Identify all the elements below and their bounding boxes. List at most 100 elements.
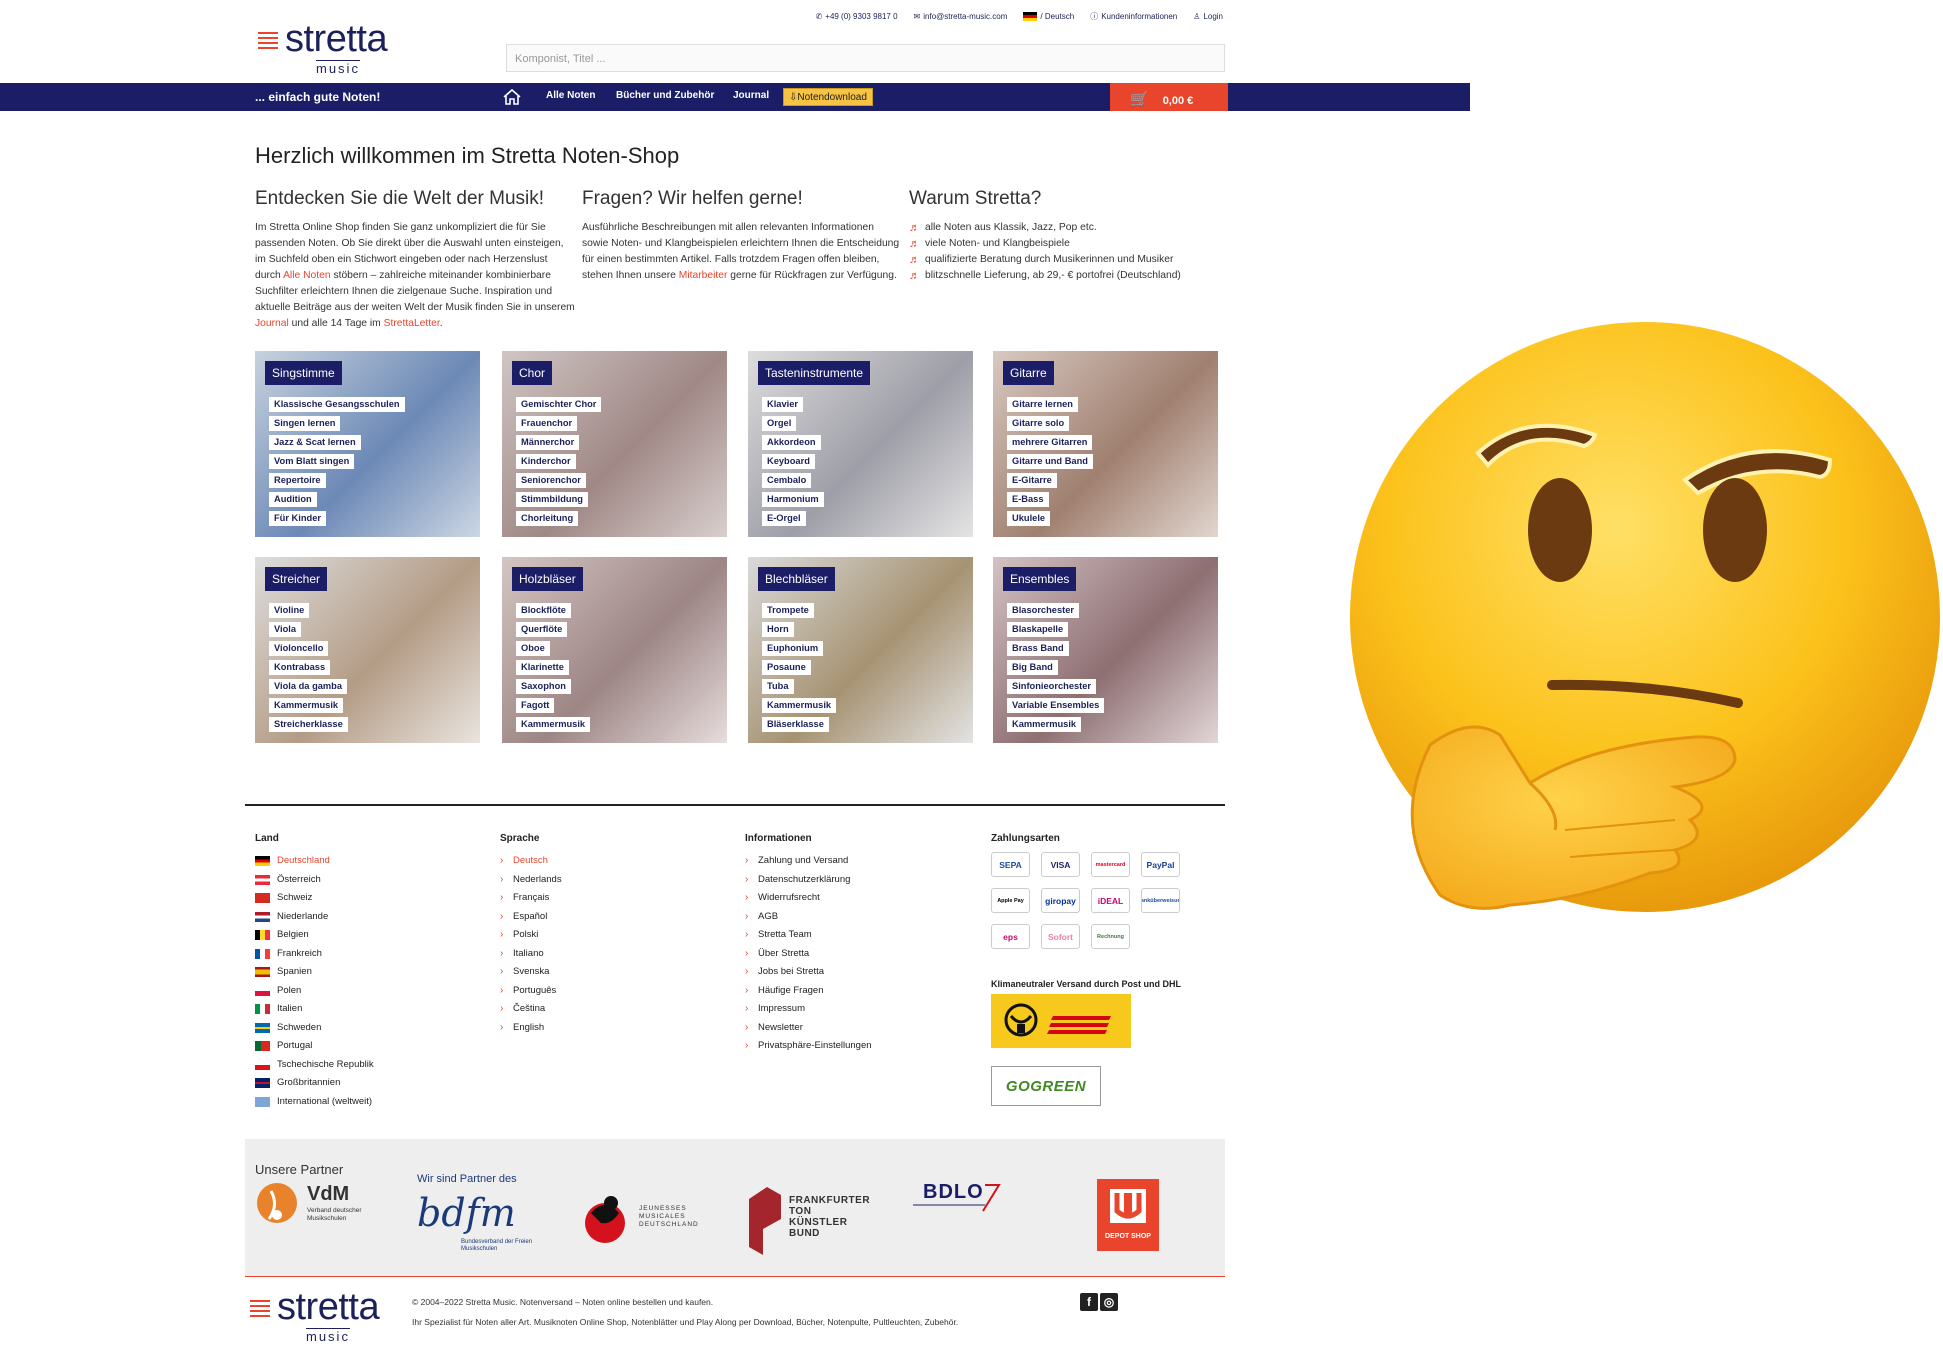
info-link[interactable]: › Newsletter <box>745 1019 872 1038</box>
category-link[interactable]: Blasorchester <box>1007 603 1080 618</box>
customer-info-link[interactable]: ⓘ Kundeninformationen <box>1090 8 1177 24</box>
category-link[interactable]: Blaskapelle <box>1007 622 1069 637</box>
info-link[interactable]: › Impressum <box>745 1000 872 1019</box>
category-link[interactable]: Fagott <box>516 698 555 713</box>
nav-alle-noten[interactable]: Alle Noten <box>546 90 595 101</box>
language-link[interactable]: › Nederlands <box>500 871 562 890</box>
category-link[interactable]: Singen lernen <box>269 416 341 431</box>
category-link[interactable]: Kammermusik <box>269 698 344 713</box>
partner-vdm[interactable]: VdM Verband deutscher Musikschulen <box>255 1181 365 1231</box>
category-title[interactable]: Streicher <box>265 567 328 591</box>
notendownload-button[interactable]: ⇩Notendownload <box>783 88 873 106</box>
country-item[interactable]: Spanien <box>255 963 374 982</box>
instagram-icon[interactable]: ◎ <box>1100 1293 1118 1311</box>
country-item[interactable]: Frankreich <box>255 945 374 964</box>
country-item[interactable]: Niederlande <box>255 908 374 927</box>
info-link[interactable]: › Datenschutzerklärung <box>745 871 872 890</box>
partner-ftk[interactable]: FRANKFURTER TON KÜNSTLER BUND <box>745 1183 870 1259</box>
category-title[interactable]: Gitarre <box>1003 361 1054 385</box>
category-tile[interactable]: Chor Gemischter Chor Frauenchor Männerchor K… <box>502 351 727 537</box>
category-link[interactable]: Trompete <box>762 603 814 618</box>
category-title[interactable]: Singstimme <box>265 361 342 385</box>
category-link[interactable]: E-Gitarre <box>1007 473 1057 488</box>
category-link[interactable]: Violoncello <box>269 641 329 656</box>
category-link[interactable]: Streicherklasse <box>269 717 348 732</box>
facebook-icon[interactable]: f <box>1080 1293 1098 1311</box>
search-input[interactable]: Komponist, Titel ... <box>506 44 1225 72</box>
country-item[interactable]: Tschechische Republik <box>255 1056 374 1075</box>
partner-bdlo[interactable]: BDLO <box>913 1179 1023 1219</box>
category-link[interactable]: Saxophon <box>516 679 571 694</box>
category-link[interactable]: Cembalo <box>762 473 812 488</box>
category-link[interactable]: Harmonium <box>762 492 824 507</box>
category-title[interactable]: Tasteninstrumente <box>758 361 871 385</box>
category-link[interactable]: Big Band <box>1007 660 1058 675</box>
category-link[interactable]: Viola da gamba <box>269 679 348 694</box>
category-link[interactable]: mehrere Gitarren <box>1007 435 1093 450</box>
category-link[interactable]: Gitarre und Band <box>1007 454 1093 469</box>
category-link[interactable]: Tuba <box>762 679 794 694</box>
category-link[interactable]: Gemischter Chor <box>516 397 602 412</box>
category-link[interactable]: Akkordeon <box>762 435 821 450</box>
category-link[interactable]: Kammermusik <box>516 717 591 732</box>
info-link[interactable]: › Zahlung und Versand <box>745 852 872 871</box>
category-link[interactable]: Posaune <box>762 660 811 675</box>
email-link[interactable]: ✉ info@stretta-music.com <box>914 8 1008 24</box>
category-link[interactable]: Horn <box>762 622 794 637</box>
category-link[interactable]: Violine <box>269 603 310 618</box>
footer-logo[interactable]: stretta music <box>250 1286 390 1344</box>
category-tile[interactable]: Singstimme Klassische Gesangsschulen Singe… <box>255 351 480 537</box>
language-link[interactable]: › Čeština <box>500 1000 562 1019</box>
country-item[interactable]: Belgien <box>255 926 374 945</box>
category-tile[interactable]: Tasteninstrumente Klavier Orgel Akkordeon Ke… <box>748 351 973 537</box>
language-link[interactable]: › Polski <box>500 926 562 945</box>
phone-link[interactable]: ✆ +49 (0) 9303 9817 0 <box>816 8 898 24</box>
country-item[interactable]: Großbritannien <box>255 1074 374 1093</box>
category-link[interactable]: Viola <box>269 622 302 637</box>
category-tile[interactable]: Blechbläser Trompete Horn Euphonium Posaune T… <box>748 557 973 743</box>
language-link[interactable]: › Español <box>500 908 562 927</box>
info-link[interactable]: › Häufige Fragen <box>745 982 872 1001</box>
category-link[interactable]: Männerchor <box>516 435 580 450</box>
category-tile[interactable]: Streicher Violine Viola Violoncello Kontraba… <box>255 557 480 743</box>
category-link[interactable]: Gitarre solo <box>1007 416 1070 431</box>
category-link[interactable]: Orgel <box>762 416 797 431</box>
category-link[interactable]: Frauenchor <box>516 416 578 431</box>
category-link[interactable]: Euphonium <box>762 641 824 656</box>
category-link[interactable]: Brass Band <box>1007 641 1069 656</box>
category-link[interactable]: Audition <box>269 492 317 507</box>
country-item[interactable]: International (weltweit) <box>255 1093 374 1112</box>
category-link[interactable]: Sinfonieorchester <box>1007 679 1097 694</box>
category-link[interactable]: Keyboard <box>762 454 815 469</box>
logo[interactable]: stretta music <box>258 18 398 76</box>
category-link[interactable]: Kinderchor <box>516 454 576 469</box>
language-link[interactable]: › Svenska <box>500 963 562 982</box>
category-link[interactable]: Bläserklasse <box>762 717 829 732</box>
category-link[interactable]: Ukulele <box>1007 511 1051 526</box>
category-link[interactable]: Klarinette <box>516 660 569 675</box>
category-link[interactable]: Kammermusik <box>762 698 837 713</box>
category-link[interactable]: Klassische Gesangsschulen <box>269 397 405 412</box>
alle-noten-link[interactable]: Alle Noten <box>283 270 331 281</box>
category-link[interactable]: Chorleitung <box>516 511 579 526</box>
category-link[interactable]: Repertoire <box>269 473 326 488</box>
mitarbeiter-link[interactable]: Mitarbeiter <box>679 270 728 281</box>
country-item[interactable]: Deutschland <box>255 852 374 871</box>
info-link[interactable]: › Widerrufsrecht <box>745 889 872 908</box>
info-link[interactable]: › Privatsphäre-Einstellungen <box>745 1037 872 1056</box>
cart-button[interactable]: 🛒 0,00 € <box>1110 83 1228 111</box>
category-link[interactable]: Für Kinder <box>269 511 327 526</box>
partner-urtext[interactable]: DEPOT SHOP <box>1097 1179 1159 1251</box>
journal-link[interactable]: Journal <box>255 318 289 329</box>
info-link[interactable]: › Über Stretta <box>745 945 872 964</box>
category-link[interactable]: Jazz & Scat lernen <box>269 435 361 450</box>
category-link[interactable]: Klavier <box>762 397 804 412</box>
category-title[interactable]: Blechbläser <box>758 567 835 591</box>
partner-jeunesses[interactable]: JEUNESSES MUSICALES DEUTSCHLAND <box>581 1191 701 1247</box>
language-link[interactable]: › Português <box>500 982 562 1001</box>
category-title[interactable]: Chor <box>512 361 553 385</box>
language-link[interactable]: › Français <box>500 889 562 908</box>
country-item[interactable]: Schweden <box>255 1019 374 1038</box>
category-link[interactable]: E-Bass <box>1007 492 1049 507</box>
language-link[interactable]: › English <box>500 1019 562 1038</box>
